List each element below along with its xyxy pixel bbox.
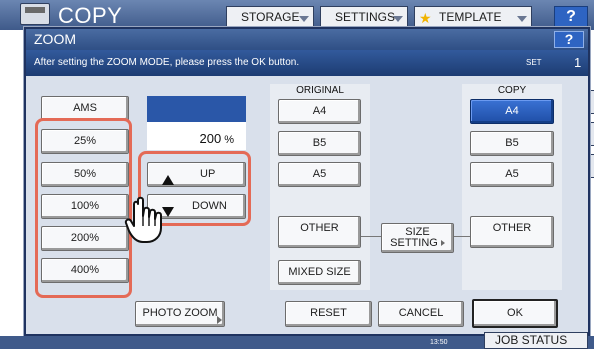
message-bar: After setting the ZOOM MODE, please pres… (26, 50, 588, 76)
original-a4-button[interactable]: A4 (278, 99, 361, 124)
zoom-value-display: 200% (147, 96, 246, 150)
copy-a5-button[interactable]: A5 (470, 162, 554, 187)
ok-button[interactable]: OK (472, 299, 558, 328)
tab-settings-label: SETTINGS (335, 10, 396, 24)
copy-other-button[interactable]: OTHER (470, 216, 554, 248)
dialog-title: ZOOM (34, 31, 76, 47)
chevron-down-icon (299, 16, 309, 22)
set-count: 1 (574, 55, 582, 70)
tab-storage[interactable]: STORAGE (226, 6, 314, 28)
size-setting-button[interactable]: SIZE SETTING (381, 223, 454, 253)
hand-pointer-icon (124, 196, 162, 243)
instruction-message: After setting the ZOOM MODE, please pres… (34, 57, 300, 68)
connector-line (361, 236, 381, 237)
copy-header: COPY (497, 85, 527, 96)
dialog-title-bar: ZOOM ? (26, 29, 588, 50)
corner-arrow-icon (217, 316, 222, 324)
job-status-button[interactable]: JOB STATUS (484, 332, 588, 349)
star-icon: ★ (419, 10, 432, 26)
clock: 13:50 (430, 339, 448, 346)
original-header: ORIGINAL (296, 85, 344, 96)
tab-settings[interactable]: SETTINGS (320, 6, 408, 28)
original-b5-button[interactable]: B5 (278, 131, 361, 156)
copy-a4-button[interactable]: A4 (470, 99, 554, 124)
presets-highlight (35, 118, 132, 298)
tab-storage-label: STORAGE (241, 10, 300, 24)
app-title: COPY (58, 3, 123, 28)
app-top-bar: COPY STORAGE SETTINGS ★ TEMPLATE ? (0, 0, 594, 30)
cancel-button[interactable]: CANCEL (378, 301, 464, 327)
tab-template-label: TEMPLATE (439, 10, 502, 24)
connector-line (454, 236, 470, 237)
mixed-size-button[interactable]: MIXED SIZE (278, 260, 361, 285)
chevron-down-icon (517, 16, 527, 22)
chevron-down-icon (393, 16, 403, 22)
original-a5-button[interactable]: A5 (278, 162, 361, 187)
copy-machine-icon (20, 3, 50, 25)
size-setting-line2: SETTING (382, 238, 453, 249)
arrow-right-icon (440, 240, 445, 247)
photo-zoom-label: PHOTO ZOOM (142, 307, 218, 319)
zoom-value: 200% (199, 131, 234, 146)
set-label: SET (526, 58, 542, 67)
original-other-button[interactable]: OTHER (278, 216, 361, 248)
reset-button[interactable]: RESET (285, 301, 372, 327)
dialog-help-button[interactable]: ? (554, 31, 584, 48)
copy-b5-button[interactable]: B5 (470, 131, 554, 156)
help-button[interactable]: ? (554, 6, 588, 28)
tab-template[interactable]: ★ TEMPLATE (414, 6, 532, 28)
photo-zoom-button[interactable]: PHOTO ZOOM (135, 301, 225, 327)
